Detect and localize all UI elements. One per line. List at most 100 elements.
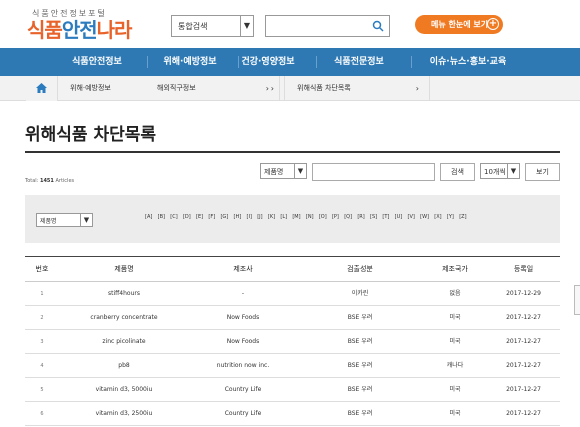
- search-button[interactable]: 검색: [440, 163, 475, 181]
- letter-link[interactable]: [R]: [357, 214, 364, 220]
- cell-number: 5: [40, 387, 44, 393]
- letter-link[interactable]: [S]: [370, 214, 377, 220]
- breadcrumb-item-blocklist[interactable]: 위해식품 차단목록 ›: [285, 76, 430, 101]
- cell-product[interactable]: vitamin d3, 2500iu: [59, 402, 189, 426]
- chevron-down-icon: ▼: [240, 16, 253, 36]
- cell-manufacturer: nutrition now inc.: [216, 362, 270, 369]
- breadcrumb-item-overseas[interactable]: 해외직구정보 ›: [145, 76, 285, 101]
- cell-date: 2017-12-27: [506, 314, 541, 321]
- table-row[interactable]: 1 stiff4hours - 이카린 없음 2017-12-29: [25, 282, 560, 306]
- filter-field-value: 제품명: [40, 218, 57, 225]
- search-field-value: 제품명: [264, 168, 284, 176]
- letter-link[interactable]: [O]: [319, 214, 327, 220]
- nav-item-food-expert[interactable]: 식품전문정보: [304, 48, 414, 76]
- table-row[interactable]: 5 vitamin d3, 5000iu Country Life BSE 우려…: [25, 378, 560, 402]
- cell-detected: BSE 우려: [347, 314, 373, 321]
- letter-link[interactable]: [D]: [183, 214, 191, 220]
- cell-detected: BSE 우려: [347, 386, 373, 393]
- per-page-value: 10개씩: [484, 168, 506, 176]
- plus-icon: +: [487, 18, 499, 30]
- letter-link[interactable]: [V]: [408, 214, 415, 220]
- breadcrumb-label: 위해식품 차단목록: [297, 84, 351, 92]
- letter-link[interactable]: [C]: [170, 214, 177, 220]
- cell-number: 1: [40, 291, 44, 297]
- menu-overview-button[interactable]: 메뉴 한눈에 보기 +: [415, 15, 503, 34]
- cell-date: 2017-12-27: [506, 338, 541, 345]
- chevron-down-icon: ▼: [80, 214, 92, 226]
- keyword-input[interactable]: [312, 163, 435, 181]
- letter-link[interactable]: [G]: [220, 214, 228, 220]
- cell-product[interactable]: pb8: [59, 354, 189, 378]
- table-row[interactable]: 3 zinc picolinate Now Foods BSE 우려 미국 20…: [25, 330, 560, 354]
- letter-link[interactable]: [Q]: [344, 214, 352, 220]
- cell-detected: 이카린: [351, 290, 369, 297]
- chevron-right-icon: ›: [415, 84, 419, 93]
- per-page-select[interactable]: 10개씩 ▼: [480, 163, 520, 179]
- nav-item-issues-news[interactable]: 이슈·뉴스·홍보·교육: [408, 48, 528, 76]
- letter-link[interactable]: [F]: [208, 214, 215, 220]
- logo-part2: 안전: [61, 18, 98, 42]
- table-row[interactable]: 4 pb8 nutrition now inc. BSE 우려 캐나다 2017…: [25, 354, 560, 378]
- menu-overview-label: 메뉴 한눈에 보기: [431, 20, 489, 29]
- letter-link[interactable]: [N]: [306, 214, 314, 220]
- search-field-select[interactable]: 제품명 ▼: [260, 163, 307, 179]
- home-button[interactable]: [26, 76, 58, 101]
- search-icon[interactable]: [372, 20, 384, 32]
- letter-link[interactable]: [X]: [434, 214, 441, 220]
- cell-product[interactable]: vitamin d3, 5000iu: [59, 378, 189, 402]
- letter-link[interactable]: [W]: [420, 214, 429, 220]
- letter-link[interactable]: [M]: [292, 214, 300, 220]
- chevron-down-icon: ▼: [507, 164, 519, 178]
- letter-link[interactable]: [A]: [145, 214, 152, 220]
- cell-date: 2017-12-27: [506, 362, 541, 369]
- letter-link[interactable]: [J]: [257, 214, 262, 220]
- breadcrumb-label: 위해·예방정보: [70, 84, 111, 92]
- letter-link[interactable]: [T]: [382, 214, 389, 220]
- letter-link[interactable]: [P]: [332, 214, 339, 220]
- home-icon: [36, 83, 47, 93]
- total-unit: Articles: [55, 178, 75, 184]
- cell-country: 캐나다: [446, 362, 464, 369]
- breadcrumb-label: 해외직구정보: [157, 84, 196, 92]
- cell-date: 2017-12-29: [506, 290, 541, 297]
- cell-manufacturer: Country Life: [224, 386, 262, 393]
- main-nav: 식품안전정보 위해·예방정보 건강·영양정보 식품전문정보 이슈·뉴스·홍보·교…: [0, 48, 580, 76]
- cell-detected: BSE 우려: [347, 362, 373, 369]
- table-header: 번호 제품명 제조사 검출성분 제조국가 등록일: [25, 256, 560, 282]
- site-header: 식품안전정보포털 식품안전나라 통합검색 ▼ 메뉴 한눈에 보기 +: [0, 0, 580, 48]
- cell-manufacturer: Now Foods: [226, 314, 260, 321]
- chevron-down-icon: ▼: [294, 164, 306, 178]
- cell-product[interactable]: stiff4hours: [59, 282, 189, 306]
- search-input[interactable]: [265, 15, 390, 37]
- col-header-number: 번호: [35, 265, 49, 273]
- col-header-country: 제조국가: [442, 265, 468, 273]
- table-row[interactable]: 6 vitamin d3, 2500iu Country Life BSE 우려…: [25, 402, 560, 426]
- cell-country: 미국: [449, 410, 461, 417]
- filter-field-select[interactable]: 제품명 ▼: [36, 213, 93, 227]
- letter-link[interactable]: [I]: [247, 214, 252, 220]
- cell-country: 미국: [449, 386, 461, 393]
- side-scroll-tab[interactable]: [574, 285, 580, 315]
- breadcrumb: 위해·예방정보 › 해외직구정보 › 위해식품 차단목록 ›: [0, 76, 580, 101]
- cell-country: 없음: [449, 290, 461, 297]
- letter-link[interactable]: [Z]: [459, 214, 466, 220]
- cell-number: 3: [40, 339, 44, 345]
- site-logo[interactable]: 식품안전정보포털 식품안전나라: [27, 8, 132, 42]
- chevron-right-icon: ›: [270, 84, 274, 93]
- letter-link[interactable]: [H]: [234, 214, 242, 220]
- table-row[interactable]: 2 cranberry concentrate Now Foods BSE 우려…: [25, 306, 560, 330]
- search-scope-value: 통합검색: [178, 22, 208, 31]
- letter-link[interactable]: [B]: [158, 214, 165, 220]
- cell-product[interactable]: cranberry concentrate: [59, 306, 189, 330]
- search-scope-select[interactable]: 통합검색 ▼: [171, 15, 254, 37]
- letter-link[interactable]: [K]: [268, 214, 275, 220]
- cell-number: 6: [40, 411, 44, 417]
- cell-product[interactable]: zinc picolinate: [59, 330, 189, 354]
- view-button[interactable]: 보기: [525, 163, 560, 181]
- letter-link[interactable]: [Y]: [447, 214, 454, 220]
- letter-link[interactable]: [L]: [280, 214, 287, 220]
- letter-link[interactable]: [E]: [196, 214, 203, 220]
- letter-link[interactable]: [U]: [395, 214, 403, 220]
- total-label: Total:: [25, 178, 39, 184]
- logo-title: 식품안전나라: [27, 18, 132, 42]
